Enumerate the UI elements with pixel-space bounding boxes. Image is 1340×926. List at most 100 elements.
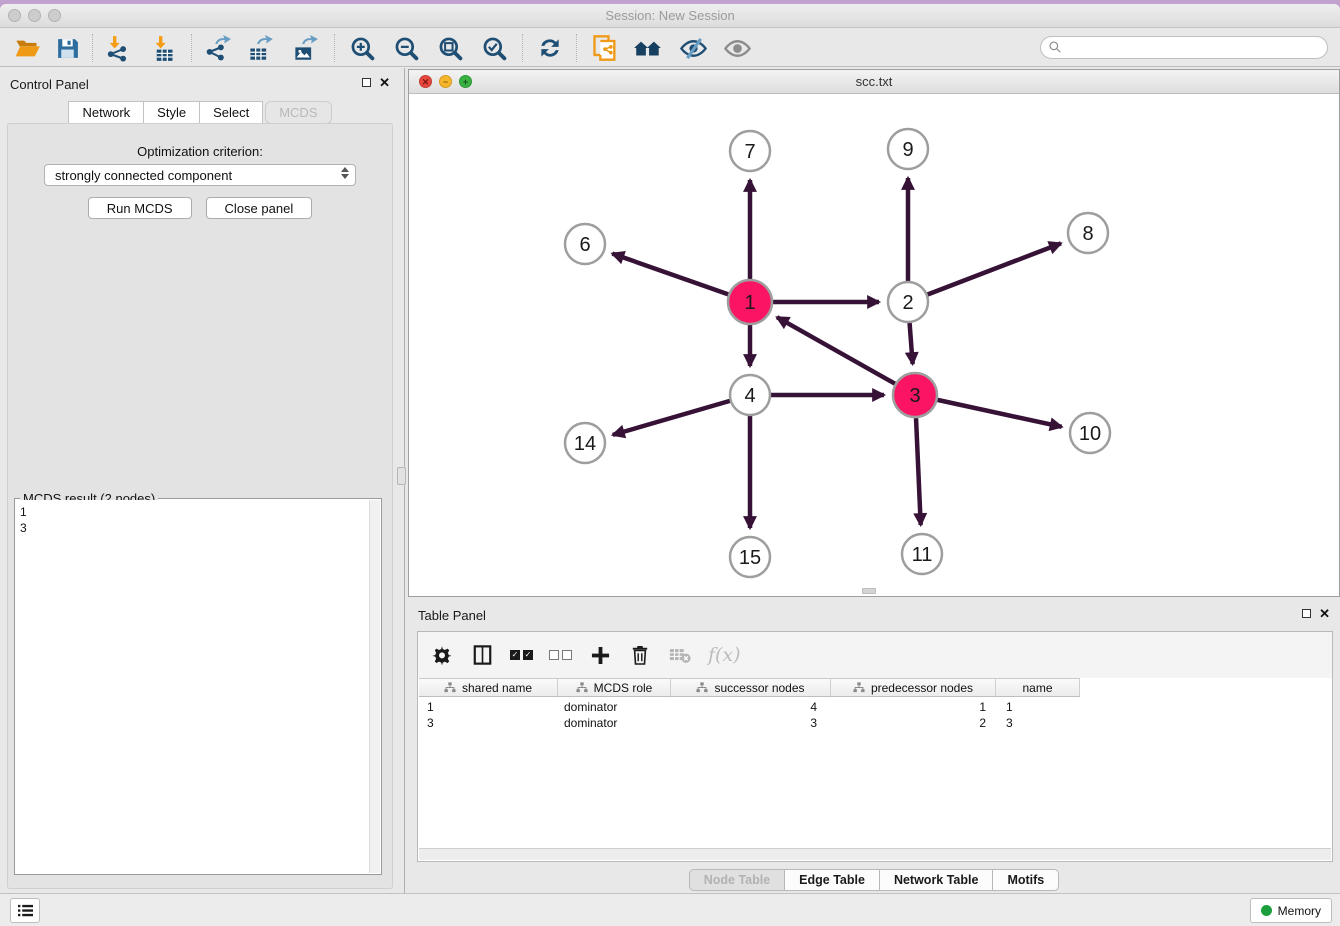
graph-edge[interactable] bbox=[928, 243, 1061, 294]
graph-node-label: 1 bbox=[744, 292, 755, 314]
tab-select[interactable]: Select bbox=[200, 101, 263, 124]
graph-node-label: 11 bbox=[912, 544, 933, 566]
table-row[interactable]: 1 dominator 4 1 1 bbox=[419, 699, 1080, 715]
show-columns-icon[interactable] bbox=[470, 643, 494, 667]
panel-splitter-handle[interactable] bbox=[397, 467, 406, 485]
search-field[interactable] bbox=[1040, 36, 1328, 59]
table-toolbar: ✓✓ f(x) bbox=[418, 632, 1332, 678]
tab-edge-table[interactable]: Edge Table bbox=[785, 869, 880, 891]
graph-edge[interactable] bbox=[910, 323, 913, 364]
table-row[interactable]: 3 dominator 3 2 3 bbox=[419, 715, 1080, 731]
zoom-in-icon[interactable] bbox=[347, 33, 377, 63]
network-canvas[interactable]: 7968124314101511 bbox=[409, 94, 1339, 596]
cell-mcds-role[interactable]: dominator bbox=[558, 715, 671, 731]
open-file-icon[interactable] bbox=[12, 33, 42, 63]
network-window-title: scc.txt bbox=[409, 74, 1339, 89]
column-header-successor-nodes[interactable]: successor nodes bbox=[671, 678, 831, 697]
graph-node-label: 4 bbox=[744, 385, 755, 407]
import-network-icon[interactable] bbox=[102, 33, 132, 63]
status-bar: Memory bbox=[0, 893, 1340, 926]
toolbar-separator bbox=[576, 34, 577, 62]
main-toolbar bbox=[0, 28, 1340, 67]
table-panel-title: Table Panel bbox=[418, 608, 486, 623]
cell-predecessor-nodes[interactable]: 1 bbox=[831, 699, 996, 715]
select-all-icon[interactable]: ✓✓ bbox=[510, 650, 533, 660]
network-graph[interactable]: 7968124314101511 bbox=[409, 94, 1339, 597]
export-image-icon[interactable] bbox=[290, 33, 320, 63]
criterion-value: strongly connected component bbox=[55, 168, 232, 183]
cell-shared-name[interactable]: 1 bbox=[419, 699, 558, 715]
export-network-icon[interactable] bbox=[202, 33, 232, 63]
tab-network[interactable]: Network bbox=[68, 101, 144, 124]
export-table-icon[interactable] bbox=[245, 33, 275, 63]
cell-successor-nodes[interactable]: 3 bbox=[671, 715, 831, 731]
memory-label: Memory bbox=[1278, 904, 1321, 918]
show-all-networks-icon[interactable] bbox=[633, 33, 663, 63]
tab-motifs[interactable]: Motifs bbox=[993, 869, 1059, 891]
add-row-plus-icon[interactable] bbox=[588, 643, 612, 667]
graph-edge[interactable] bbox=[937, 400, 1061, 427]
table-hscrollbar[interactable] bbox=[419, 848, 1331, 860]
save-session-icon[interactable] bbox=[52, 33, 82, 63]
graph-node-label: 2 bbox=[902, 292, 913, 314]
run-mcds-button[interactable]: Run MCDS bbox=[88, 197, 192, 219]
tab-network-table[interactable]: Network Table bbox=[880, 869, 994, 891]
graph-edge[interactable] bbox=[916, 418, 921, 525]
toolbar-separator bbox=[522, 34, 523, 62]
graph-node-label: 15 bbox=[739, 547, 761, 569]
zoom-out-icon[interactable] bbox=[391, 33, 421, 63]
search-input[interactable] bbox=[1040, 36, 1328, 59]
delete-trash-icon[interactable] bbox=[628, 643, 652, 667]
control-panel-float-icon[interactable] bbox=[362, 78, 371, 87]
control-panel-tabs: Network Style Select MCDS bbox=[0, 101, 400, 124]
network-view-window: ✕ − + scc.txt 7968124314101511 bbox=[408, 69, 1340, 597]
memory-status-icon bbox=[1261, 905, 1272, 916]
show-eye-icon[interactable] bbox=[722, 33, 752, 63]
window-titlebar: Session: New Session bbox=[0, 4, 1340, 28]
cell-name[interactable]: 1 bbox=[996, 699, 1080, 715]
control-panel-close-icon[interactable]: ✕ bbox=[379, 76, 390, 89]
table-panel-close-icon[interactable]: ✕ bbox=[1319, 607, 1330, 620]
duplicate-network-icon[interactable] bbox=[590, 33, 620, 63]
column-header-name[interactable]: name bbox=[996, 678, 1080, 697]
control-panel: Control Panel ✕ Network Style Select MCD… bbox=[0, 68, 400, 893]
close-panel-button[interactable]: Close panel bbox=[206, 197, 313, 219]
delete-table-icon[interactable] bbox=[668, 643, 692, 667]
tab-style[interactable]: Style bbox=[144, 101, 200, 124]
cell-shared-name[interactable]: 3 bbox=[419, 715, 558, 731]
cell-predecessor-nodes[interactable]: 2 bbox=[831, 715, 996, 731]
table-panel: Table Panel ✕ ✓✓ bbox=[408, 599, 1340, 897]
table-panel-float-icon[interactable] bbox=[1302, 609, 1311, 618]
graph-edge[interactable] bbox=[613, 401, 730, 435]
node-table-header: shared name MCDS role successor nodes pr… bbox=[419, 678, 1080, 697]
criterion-dropdown[interactable]: strongly connected component bbox=[44, 164, 356, 186]
cell-successor-nodes[interactable]: 4 bbox=[671, 699, 831, 715]
graph-node-label: 3 bbox=[909, 385, 920, 407]
tab-node-table[interactable]: Node Table bbox=[689, 869, 785, 891]
cell-mcds-role[interactable]: dominator bbox=[558, 699, 671, 715]
function-builder-icon[interactable]: f(x) bbox=[708, 644, 741, 666]
tab-mcds[interactable]: MCDS bbox=[265, 101, 331, 124]
search-icon bbox=[1048, 40, 1062, 54]
zoom-fit-icon[interactable] bbox=[435, 33, 465, 63]
column-header-shared-name[interactable]: shared name bbox=[419, 678, 558, 697]
table-settings-gear-icon[interactable] bbox=[430, 643, 454, 667]
graph-edge[interactable] bbox=[612, 254, 728, 295]
hide-selected-icon[interactable] bbox=[678, 33, 708, 63]
graph-node-label: 9 bbox=[902, 139, 913, 161]
result-scrollbar[interactable] bbox=[369, 500, 380, 873]
column-header-predecessor-nodes[interactable]: predecessor nodes bbox=[831, 678, 996, 697]
graph-edge[interactable] bbox=[777, 317, 895, 383]
task-history-button[interactable] bbox=[10, 898, 40, 923]
result-line: 3 bbox=[20, 520, 365, 536]
result-line: 1 bbox=[20, 504, 365, 520]
deselect-all-icon[interactable] bbox=[549, 650, 572, 660]
zoom-selected-icon[interactable] bbox=[479, 33, 509, 63]
network-scrollbar-thumb[interactable] bbox=[862, 588, 876, 594]
cell-name[interactable]: 3 bbox=[996, 715, 1080, 731]
column-header-mcds-role[interactable]: MCDS role bbox=[558, 678, 671, 697]
import-table-icon[interactable] bbox=[148, 33, 178, 63]
refresh-layout-icon[interactable] bbox=[535, 33, 565, 63]
memory-button[interactable]: Memory bbox=[1250, 898, 1332, 923]
tree-icon bbox=[576, 682, 588, 693]
